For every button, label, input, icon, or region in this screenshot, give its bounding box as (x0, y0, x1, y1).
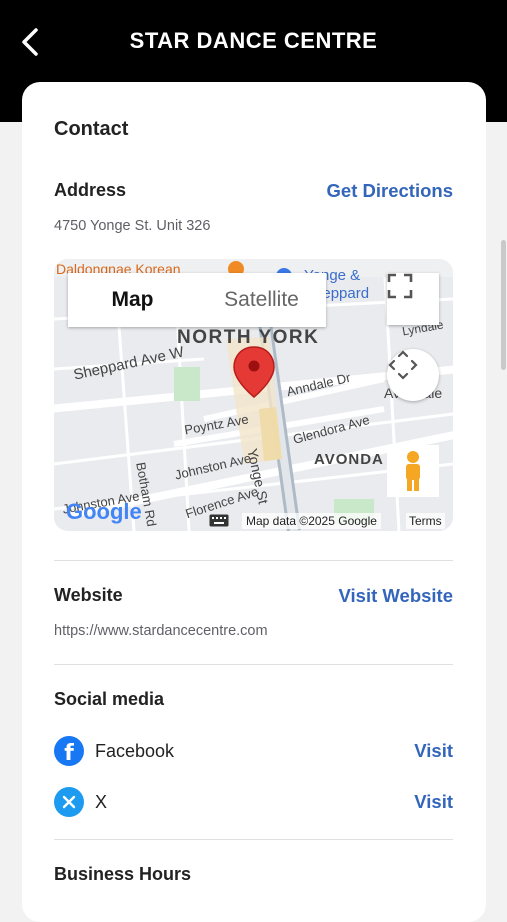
pan-arrows-icon (388, 350, 418, 380)
google-logo: Google (66, 499, 142, 525)
facebook-icon: f (54, 736, 84, 766)
map-type-map-tab[interactable]: Map (68, 273, 197, 327)
map-attribution: Map data ©2025 Google (242, 513, 381, 529)
street-view-pegman-icon[interactable] (387, 445, 439, 497)
business-hours-label: Business Hours (54, 864, 192, 884)
keyboard-icon[interactable] (209, 514, 229, 527)
page-title: STAR DANCE CENTRE (129, 28, 378, 53)
map-type-toggle: Map Satellite (68, 273, 326, 327)
social-media-label: Social media (54, 689, 165, 709)
address-value: 4750 Yonge St. Unit 326 (54, 218, 211, 234)
x-label: X (95, 792, 108, 812)
visit-facebook-link[interactable]: Visit (414, 740, 453, 762)
divider (54, 839, 453, 840)
facebook-label: Facebook (95, 741, 175, 761)
website-url: https://www.stardancecentre.com (54, 623, 268, 639)
map-type-satellite-tab[interactable]: Satellite (197, 273, 326, 327)
get-directions-link[interactable]: Get Directions (327, 180, 453, 202)
map-label-north-york: NORTH YORK (177, 327, 320, 348)
google-logo-text: Google (66, 499, 142, 524)
map-pan-control[interactable] (387, 349, 439, 401)
contact-card: Contact Address Get Directions 4750 Yong… (22, 82, 486, 922)
fullscreen-button[interactable] (387, 273, 439, 325)
visit-website-link[interactable]: Visit Website (339, 585, 453, 607)
visit-x-link[interactable]: Visit (414, 791, 453, 813)
fullscreen-icon (387, 273, 413, 299)
scrollbar-thumb[interactable] (501, 240, 506, 370)
map-terms-link[interactable]: Terms (406, 513, 445, 529)
contact-heading: Contact (54, 118, 129, 140)
map-view[interactable]: Daldongnae Korean Yonge & Sheppard NORTH… (54, 259, 453, 531)
divider (54, 664, 453, 665)
divider (54, 560, 453, 561)
address-label: Address (54, 180, 127, 200)
map-label-avonda: AVONDA (314, 451, 384, 468)
website-label: Website (54, 585, 123, 605)
x-icon (54, 787, 84, 817)
